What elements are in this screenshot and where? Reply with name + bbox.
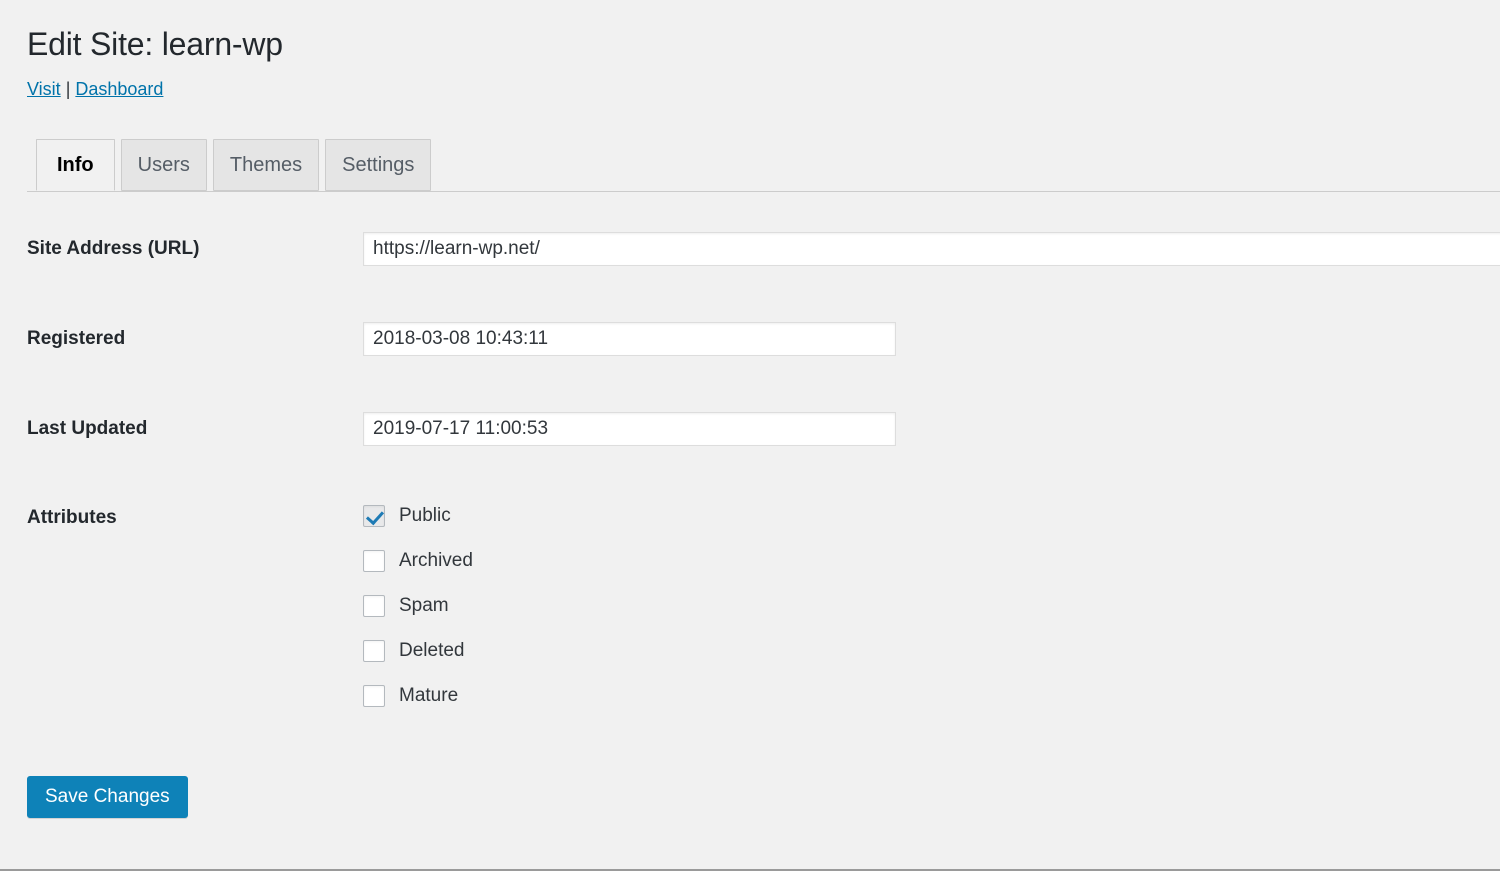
- edit-site-page: Edit Site: learn-wp Visit|Dashboard Info…: [0, 0, 1500, 869]
- registered-label: Registered: [27, 327, 125, 351]
- link-separator: |: [66, 78, 71, 100]
- site-address-input[interactable]: [363, 232, 1500, 266]
- site-address-field-wrap: [363, 232, 1500, 266]
- tab-themes[interactable]: Themes: [213, 139, 319, 191]
- checkbox-label-deleted: Deleted: [399, 639, 465, 663]
- site-info-form: Site Address (URL) Registered Last Updat…: [0, 210, 1500, 730]
- tab-bar: InfoUsersThemesSettings: [27, 139, 1500, 192]
- checkbox-label-spam: Spam: [399, 594, 449, 618]
- last-updated-input[interactable]: [363, 412, 896, 446]
- tab-info[interactable]: Info: [36, 139, 115, 191]
- checkbox-archived[interactable]: [363, 550, 385, 572]
- checkbox-label-mature: Mature: [399, 684, 458, 708]
- last-updated-field-wrap: [363, 412, 896, 446]
- visit-link[interactable]: Visit: [27, 79, 61, 99]
- last-updated-label: Last Updated: [27, 417, 147, 441]
- page-title: Edit Site: learn-wp: [27, 25, 283, 63]
- checkbox-row-public[interactable]: Public: [363, 504, 473, 528]
- checkbox-row-spam[interactable]: Spam: [363, 594, 473, 618]
- tab-users[interactable]: Users: [121, 139, 207, 191]
- row-site-address: Site Address (URL): [0, 210, 1500, 300]
- submit-area: Save Changes: [27, 776, 188, 818]
- site-links: Visit|Dashboard: [27, 78, 163, 100]
- dashboard-link[interactable]: Dashboard: [75, 79, 163, 99]
- row-last-updated: Last Updated: [0, 390, 1500, 480]
- checkbox-row-deleted[interactable]: Deleted: [363, 639, 473, 663]
- checkbox-label-archived: Archived: [399, 549, 473, 573]
- checkbox-public[interactable]: [363, 505, 385, 527]
- row-registered: Registered: [0, 300, 1500, 390]
- checkbox-spam[interactable]: [363, 595, 385, 617]
- attributes-label: Attributes: [27, 506, 117, 530]
- checkbox-row-archived[interactable]: Archived: [363, 549, 473, 573]
- checkbox-deleted[interactable]: [363, 640, 385, 662]
- registered-input[interactable]: [363, 322, 896, 356]
- site-address-label: Site Address (URL): [27, 237, 199, 261]
- checkbox-mature[interactable]: [363, 685, 385, 707]
- registered-field-wrap: [363, 322, 896, 356]
- checkbox-row-mature[interactable]: Mature: [363, 684, 473, 708]
- tab-settings[interactable]: Settings: [325, 139, 431, 191]
- save-changes-button[interactable]: Save Changes: [27, 776, 188, 818]
- checkbox-label-public: Public: [399, 504, 451, 528]
- row-attributes: Attributes Public Archived Spam Deleted: [0, 480, 1500, 730]
- attributes-checkbox-list: Public Archived Spam Deleted Mature: [363, 504, 473, 729]
